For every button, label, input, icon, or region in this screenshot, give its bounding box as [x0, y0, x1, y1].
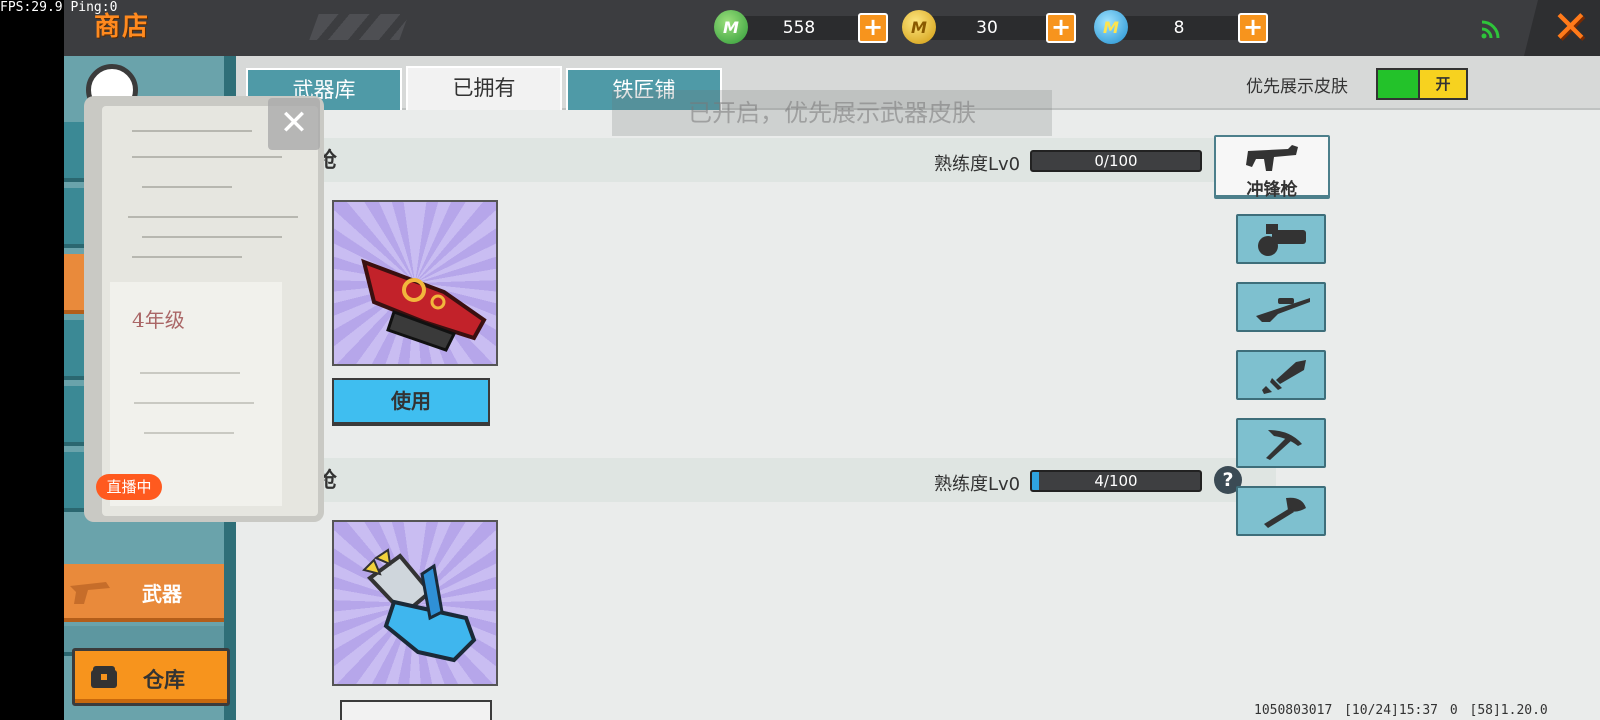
category-gatling[interactable] — [1236, 214, 1326, 264]
sniper-rifle-icon — [1256, 298, 1310, 322]
coins-value: 30 — [976, 18, 998, 38]
red-gun-icon — [361, 258, 487, 352]
axe-icon — [1264, 497, 1306, 528]
build-info: 1050803017 [10/24]15:37 0 [58]1.20.0 — [1254, 703, 1548, 718]
revolver-icon — [70, 582, 110, 604]
proficiency-bar-2: 4/100 — [1030, 470, 1202, 492]
chest-icon — [91, 666, 117, 688]
fps-readout: FPS:29.9 Ping:0 — [0, 0, 118, 15]
use-button-2[interactable] — [340, 700, 492, 720]
use-button[interactable]: 使用 — [332, 378, 490, 426]
category-axe[interactable] — [1236, 486, 1326, 536]
skin-preference-toggle[interactable]: 开 — [1376, 68, 1468, 100]
gold-coin-icon: M — [902, 10, 936, 44]
green-gem-icon: M — [714, 10, 748, 44]
category-smg[interactable]: 冲锋枪 — [1214, 135, 1330, 200]
blue-token-icon: M — [1094, 10, 1128, 44]
sidebar-item-weapons[interactable]: 武器 — [64, 564, 224, 622]
proficiency-bar-1: 0/100 — [1030, 150, 1202, 172]
tab-owned[interactable]: 已拥有 — [406, 66, 562, 110]
category-sniper[interactable] — [1236, 282, 1326, 332]
add-tokens-button[interactable]: + — [1238, 13, 1268, 43]
gatling-gun-icon — [362, 548, 477, 663]
signal-icon — [1481, 20, 1500, 39]
gatling-gun-icon — [1258, 224, 1306, 256]
warehouse-button[interactable]: 仓库 — [72, 648, 230, 706]
pickaxe-icon — [1266, 430, 1302, 460]
top-bar: 商店 M 558 + M 30 + M 8 + ✕ — [64, 0, 1600, 56]
weapon-card-2[interactable] — [332, 520, 498, 686]
stream-handwriting: 4年级 — [132, 308, 185, 332]
close-icon[interactable]: ✕ — [1552, 4, 1589, 52]
decor-stripe — [309, 14, 409, 40]
close-stream-icon[interactable]: ✕ — [268, 98, 320, 150]
category-dagger[interactable] — [1236, 350, 1326, 400]
gems-value: 558 — [782, 18, 816, 38]
add-gems-button[interactable]: + — [858, 13, 888, 43]
live-stream-overlay[interactable]: 4年级 ✕ 直播中 — [84, 96, 324, 522]
category-pickaxe[interactable] — [1236, 418, 1326, 468]
submachine-gun-icon — [1246, 145, 1298, 171]
weapon-card-1[interactable] — [332, 200, 498, 366]
proficiency-label-1: 熟练度Lv0 — [934, 154, 1021, 175]
dagger-icon — [1262, 360, 1306, 394]
game-screen: FPS:29.9 Ping:0 商店 M 558 + M 30 + M 8 + … — [0, 0, 1600, 720]
proficiency-label-2: 熟练度Lv0 — [934, 474, 1021, 495]
toast-message: 已开启，优先展示武器皮肤 — [612, 90, 1052, 136]
skin-preference-label: 优先展示皮肤 — [1246, 77, 1348, 97]
add-coins-button[interactable]: + — [1046, 13, 1076, 43]
tokens-value: 8 — [1173, 18, 1185, 38]
live-badge: 直播中 — [96, 474, 162, 500]
